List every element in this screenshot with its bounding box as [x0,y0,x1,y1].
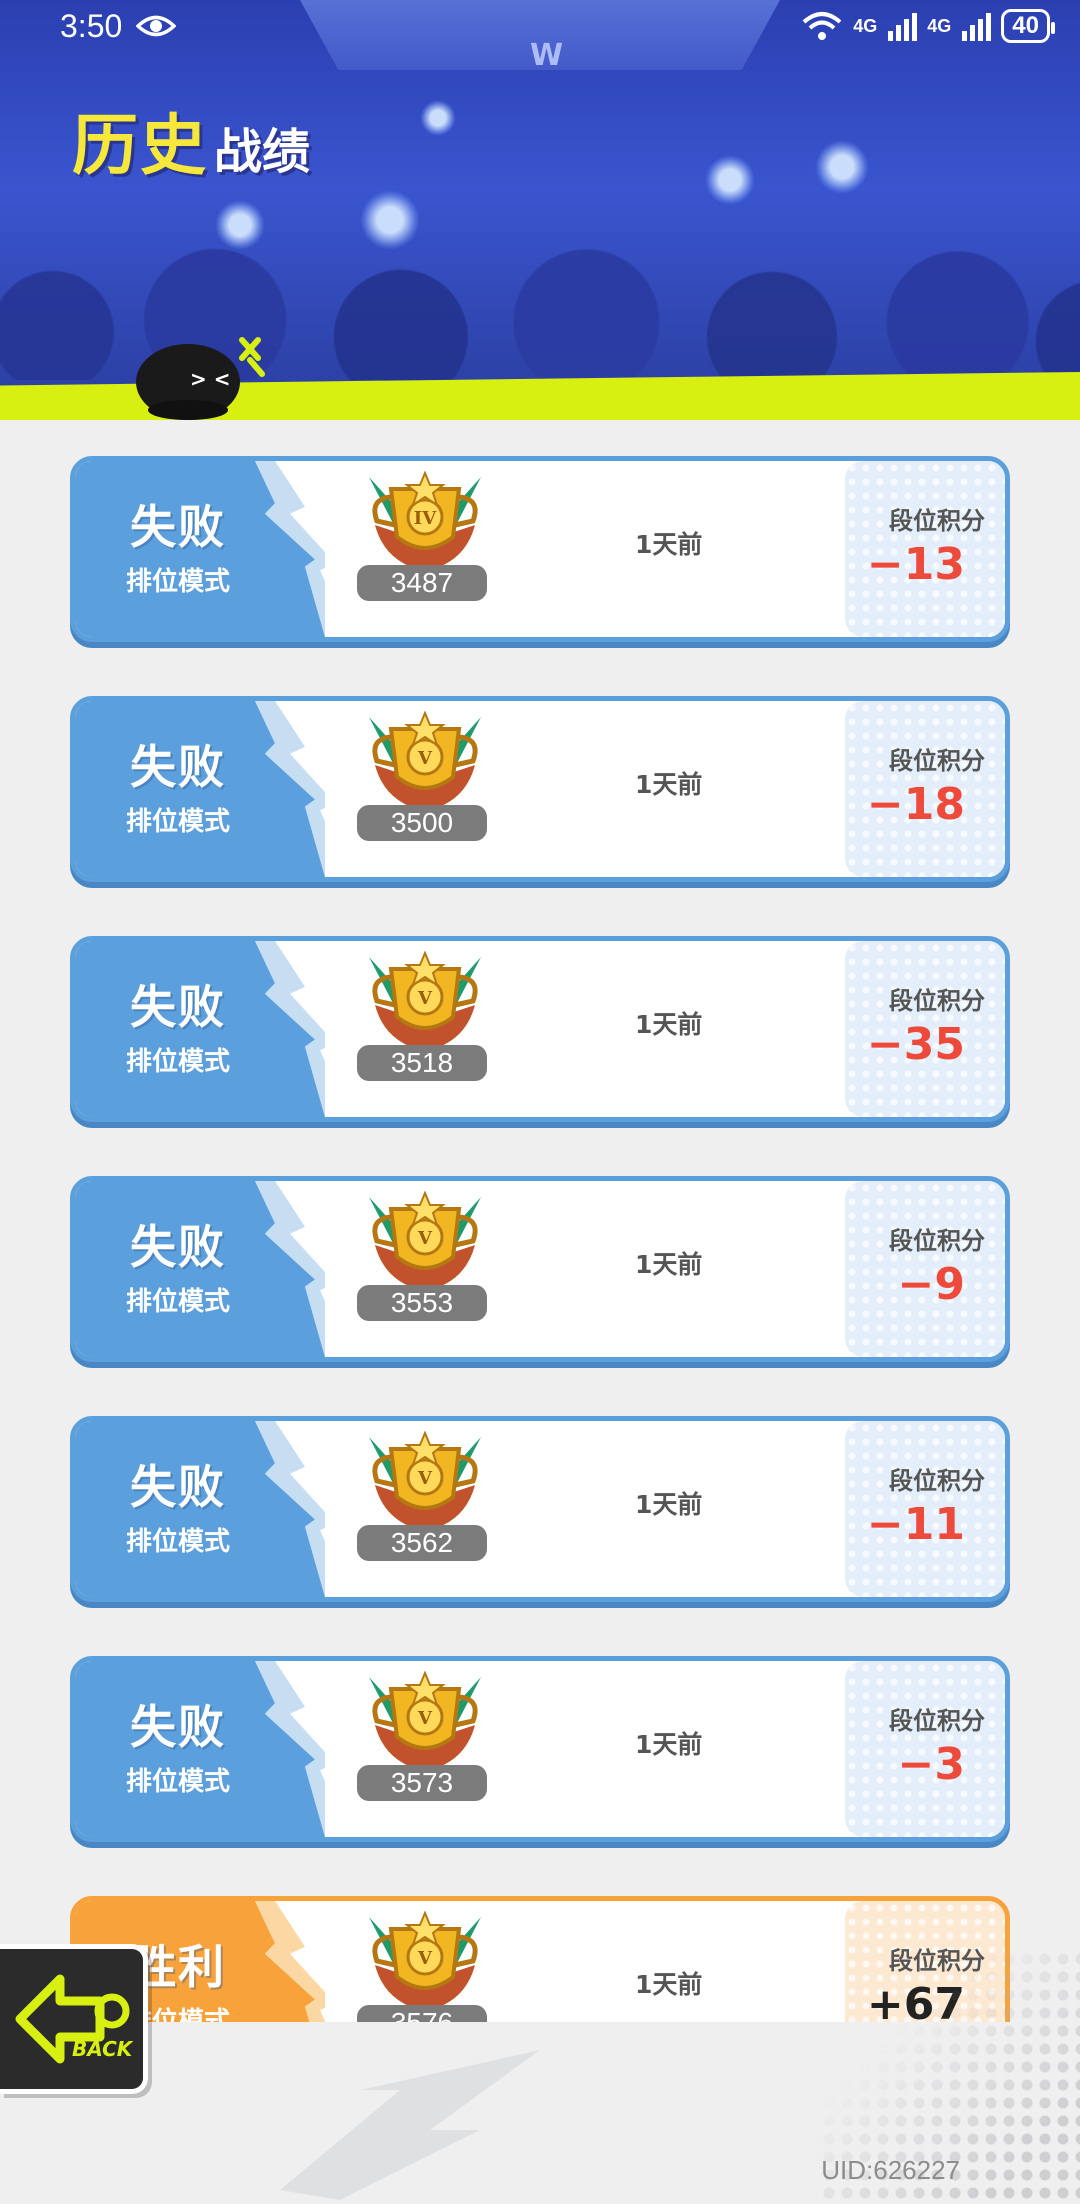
status-time: 3:50 [60,7,123,44]
match-record-card[interactable]: 失败排位模式 V 3562 1天前 段位积分 −11 [70,1416,1010,1602]
network-type-1: 4G [853,15,878,36]
score-label: 段位积分 [889,1467,985,1495]
match-result: 失败 [130,500,226,554]
match-time: 1天前 [635,1490,703,1519]
match-time: 1天前 [635,1730,703,1759]
wifi-icon [802,12,842,40]
match-record-card[interactable]: 失败排位模式 V 3573 1天前 段位积分 −3 [70,1656,1010,1842]
rank-rating: 3500 [357,805,487,841]
user-id: UID:626227 [821,2155,960,2185]
score-change: −3 [897,1739,965,1790]
match-result: 失败 [130,1700,226,1754]
rank-rating: 3573 [357,1765,487,1801]
battery-level: 40 [1012,12,1039,39]
rank-rating: 3518 [357,1045,487,1081]
light-glow [215,200,265,250]
rank-rating: 3487 [357,565,487,601]
score-change: −35 [866,1019,965,1070]
back-arrow-icon [15,1974,130,2064]
rank-tier: V [417,1228,433,1249]
status-bar: 3:50 4G 4G 40 [0,0,1080,52]
match-time: 1天前 [635,1010,703,1039]
match-mode: 排位模式 [125,807,230,837]
score-label: 段位积分 [889,1707,985,1735]
rank-tier: V [417,748,433,769]
match-mode: 排位模式 [125,567,230,597]
rank-rating: 3562 [357,1525,487,1561]
match-record-card[interactable]: 失败排位模式 V 3500 1天前 段位积分 −18 [70,696,1010,882]
rank-tier: V [417,1468,433,1489]
match-result: 失败 [130,740,226,794]
score-change: −13 [866,539,965,590]
match-mode: 排位模式 [125,1047,230,1077]
eye-icon [136,15,177,37]
match-time: 1天前 [635,1250,703,1279]
light-glow [420,100,456,136]
match-time: 1天前 [635,770,703,799]
match-time: 1天前 [635,1970,703,1999]
rank-tier: V [417,1948,433,1969]
signal-icon [962,13,992,41]
rank-tier: V [417,1708,433,1729]
match-record-card[interactable]: 失败排位模式 V 3518 1天前 段位积分 −35 [70,936,1010,1122]
light-glow [815,140,869,194]
mascot-icon: > < [136,337,265,420]
rank-tier: IV [414,508,437,529]
signal-icon [888,13,918,41]
match-result: 失败 [130,1220,226,1274]
score-change: −9 [897,1259,965,1310]
match-record-card[interactable]: 失败排位模式 V 3553 1天前 段位积分 −9 [70,1176,1010,1362]
rank-tier: V [417,988,433,1009]
match-history-list[interactable]: 失败 排位模式 IV 3487 1天前 段位积分 −13 失败 排位模式 V 3500 1天前 段位积分… [0,450,1080,2022]
match-mode: 排位模式 [125,1767,230,1797]
back-button[interactable]: BACK [0,1944,148,2094]
rank-rating: 3553 [357,1285,487,1321]
battery-indicator: 40 [1001,9,1055,43]
score-label: 段位积分 [889,1227,985,1255]
match-time: 1天前 [635,530,703,559]
score-label: 段位积分 [889,747,985,775]
score-change: −18 [866,779,965,830]
page-title: 历史 战绩 [72,92,310,188]
score-label: 段位积分 [889,987,985,1015]
match-mode: 排位模式 [125,1287,230,1317]
match-result: 失败 [130,980,226,1034]
light-glow [705,155,755,205]
light-glow [360,190,420,250]
page-title-main: 历史 [72,107,208,184]
score-change: −11 [866,1499,965,1550]
svg-text:> <: > < [190,367,230,391]
match-result: 失败 [130,1460,226,1514]
match-record-card[interactable]: 失败排位模式 IV 3487 1天前 段位积分 −13 [70,456,1010,642]
score-label: 段位积分 [889,507,985,535]
decorative-bolt [280,2050,540,2200]
rank-rating: 3576 [357,2005,487,2022]
header-banner: W 历史 战绩 > < [0,0,1080,420]
match-mode: 排位模式 [125,1527,230,1557]
network-type-2: 4G [927,15,952,36]
page-title-sub: 战绩 [214,124,311,180]
back-label: BACK [72,2037,133,2061]
